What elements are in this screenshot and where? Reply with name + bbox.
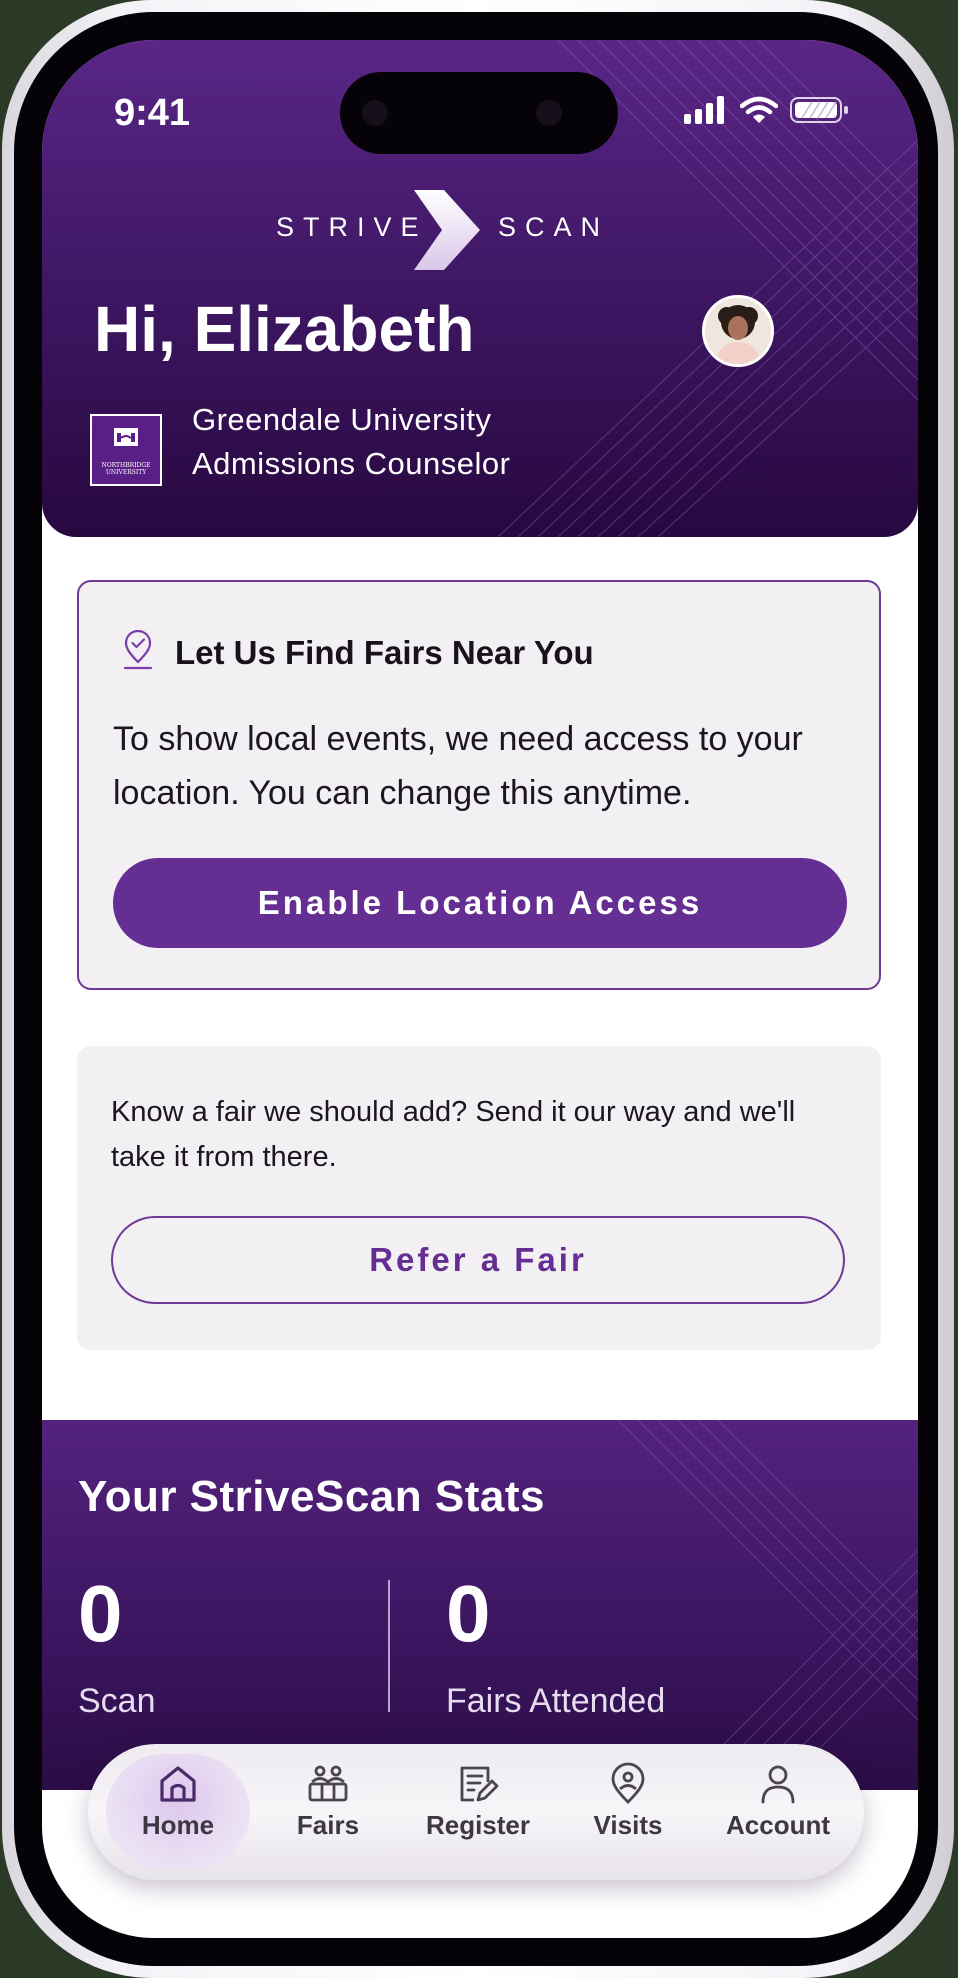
visits-icon: [611, 1762, 645, 1804]
university-name: Greendale University: [192, 402, 492, 437]
app-screen: 9:41 STRIVE SCAN Hi, Elizabeth NORTHBRID…: [42, 40, 918, 1938]
header: 9:41 STRIVE SCAN Hi, Elizabeth NORTHBRID…: [42, 40, 918, 537]
sensor-icon: [536, 100, 562, 126]
fairs-icon: [308, 1765, 348, 1802]
enable-location-button[interactable]: Enable Location Access: [113, 858, 847, 948]
location-pin-icon: [123, 630, 153, 670]
register-icon: [460, 1766, 499, 1802]
nav-account[interactable]: Account: [703, 1762, 853, 1862]
status-icons: [684, 96, 850, 124]
strivescan-arrow-icon: [414, 190, 480, 270]
stats-section: Your StriveScan Stats 0 Scan 0 Fairs Att…: [42, 1420, 918, 1790]
scan-count: 0: [78, 1569, 123, 1658]
nav-account-label: Account: [726, 1810, 830, 1840]
account-icon: [761, 1765, 795, 1804]
nav-register[interactable]: Register: [403, 1762, 553, 1862]
nav-visits-label: Visits: [593, 1810, 663, 1840]
bottom-nav: Home Fairs Register Visits Account: [88, 1744, 864, 1880]
fairs-attended-count: 0: [446, 1569, 491, 1658]
stats-title: Your StriveScan Stats: [78, 1472, 545, 1521]
refer-card-description: Know a fair we should add? Send it our w…: [111, 1096, 796, 1173]
university-logo-caption: NORTHBRIDGE UNIVERSITY: [101, 462, 151, 476]
dynamic-island: [340, 72, 618, 154]
status-time: 9:41: [114, 92, 191, 134]
bridge-icon: [114, 428, 138, 446]
brand-text-scan: SCAN: [498, 212, 610, 242]
location-card: Let Us Find Fairs Near You To show local…: [77, 580, 881, 990]
brand-text-strive: STRIVE: [276, 212, 428, 242]
nav-visits[interactable]: Visits: [553, 1762, 703, 1862]
user-role: Admissions Counselor: [192, 446, 511, 481]
signal-icon: [684, 96, 724, 124]
brand-logo: STRIVE SCAN: [42, 190, 918, 270]
nav-home-label: Home: [141, 1810, 215, 1840]
scan-label: Scan: [78, 1682, 156, 1720]
battery-icon: [790, 97, 848, 123]
nav-home[interactable]: Home: [103, 1762, 253, 1862]
wifi-icon: [740, 96, 778, 123]
nav-fairs-label: Fairs: [296, 1810, 360, 1840]
nav-fairs[interactable]: Fairs: [253, 1762, 403, 1862]
home-icon: [160, 1766, 196, 1802]
avatar-photo: [705, 298, 771, 364]
location-card-title: Let Us Find Fairs Near You: [175, 634, 594, 671]
refer-card: Know a fair we should add? Send it our w…: [77, 1046, 881, 1350]
camera-icon: [362, 100, 388, 126]
university-logo: NORTHBRIDGE UNIVERSITY: [90, 414, 162, 486]
avatar[interactable]: [702, 295, 774, 367]
refer-fair-button[interactable]: Refer a Fair: [111, 1216, 845, 1304]
stats-decorative-pattern: [618, 1420, 918, 1790]
location-card-description: To show local events, we need access to …: [113, 720, 803, 812]
nav-register-label: Register: [425, 1810, 531, 1840]
greeting-title: Hi, Elizabeth: [94, 293, 475, 365]
fairs-attended-label: Fairs Attended: [446, 1682, 666, 1720]
stats-divider: [388, 1580, 390, 1712]
